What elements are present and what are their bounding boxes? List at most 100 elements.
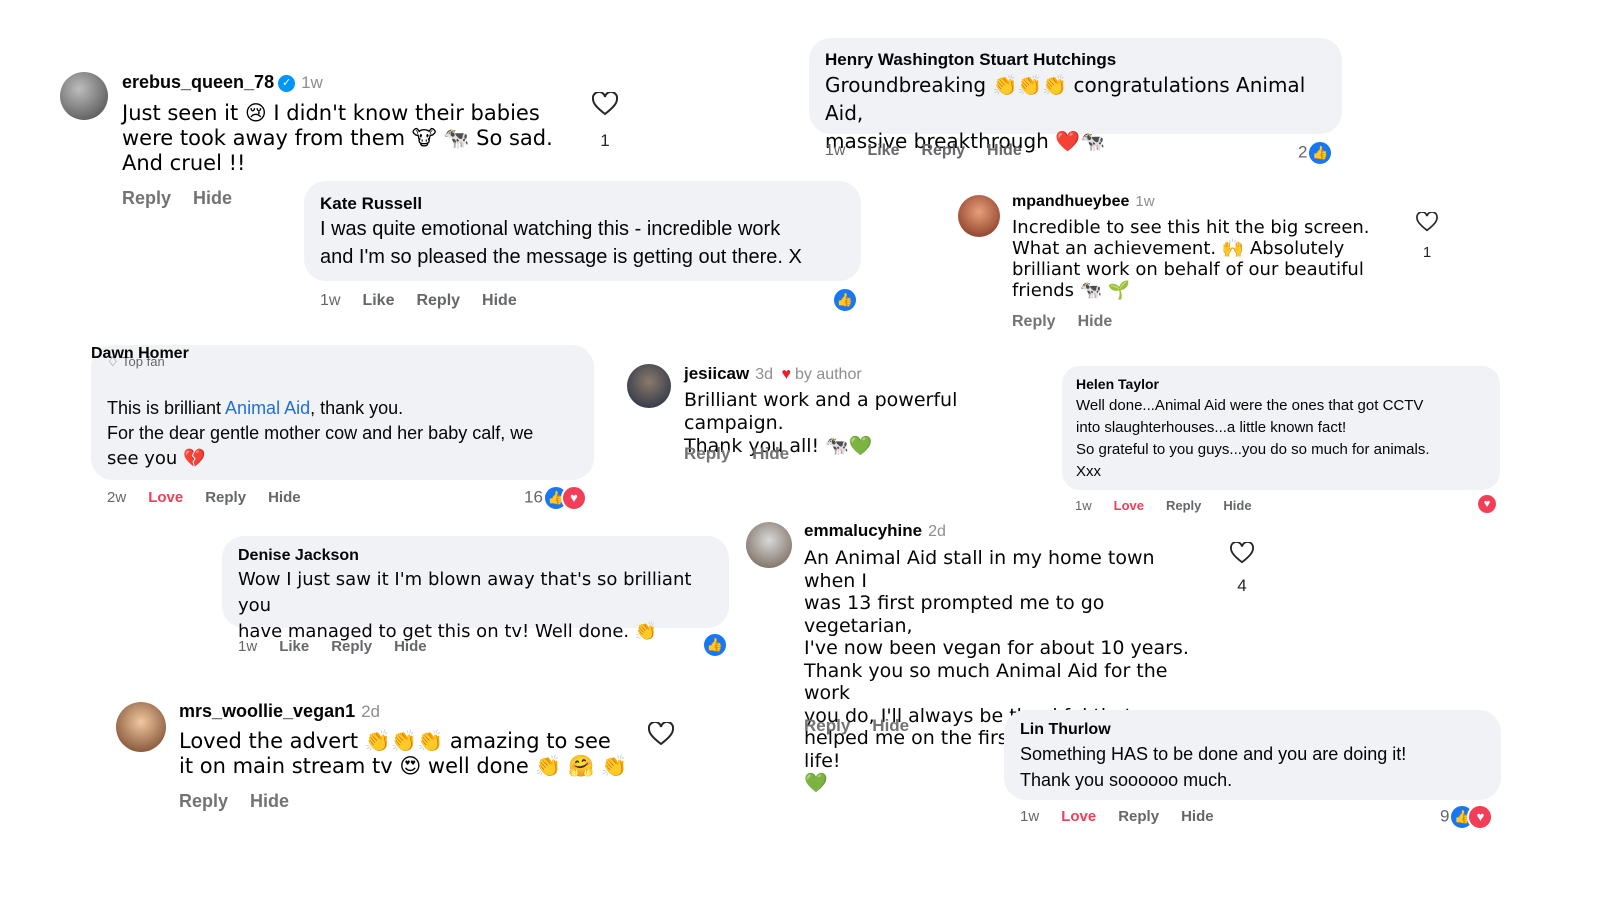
by-author-label: by author	[794, 366, 862, 383]
reply-button[interactable]: Reply	[1118, 808, 1159, 825]
comment-header: emmalucyhine 2d	[804, 521, 946, 541]
comment-actions: 1w Like Reply Hide	[238, 638, 449, 655]
like-count: 1	[600, 131, 610, 150]
heart-icon[interactable]	[648, 722, 674, 746]
author-name[interactable]: Denise Jackson	[238, 547, 359, 565]
mention-link[interactable]: Animal Aid	[225, 398, 310, 418]
comment-actions: Reply Hide	[122, 188, 254, 209]
hide-button[interactable]: Hide	[872, 716, 909, 735]
username[interactable]: erebus_queen_78	[122, 72, 274, 92]
thumbs-up-icon: 👍	[832, 287, 858, 313]
comment-actions: Reply Hide	[179, 791, 311, 812]
heart-reaction-icon: ♥	[1476, 493, 1498, 515]
hide-button[interactable]: Hide	[1181, 808, 1214, 825]
author-name[interactable]: Lin Thurlow	[1020, 721, 1111, 739]
reply-button[interactable]: Reply	[1012, 313, 1056, 330]
avatar[interactable]	[627, 364, 671, 408]
like-count: 1	[1422, 244, 1432, 261]
reply-button[interactable]: Reply	[179, 791, 228, 811]
timestamp: 1w	[301, 73, 323, 92]
author-name[interactable]: Henry Washington Stuart Hutchings	[825, 50, 1116, 70]
heart-reaction-icon: ♥	[1467, 804, 1494, 830]
hide-button[interactable]: Hide	[268, 489, 301, 506]
comment-text: I was quite emotional watching this - in…	[320, 218, 802, 268]
reply-button[interactable]: Reply	[921, 142, 965, 159]
comment-header: jesiicaw 3d ♥ by author	[684, 364, 862, 384]
comment-header: erebus_queen_78 ✓ 1w	[122, 72, 323, 93]
timestamp: 2d	[361, 702, 381, 721]
reply-button[interactable]: Reply	[122, 188, 171, 208]
reply-button[interactable]: Reply	[804, 716, 850, 735]
author-name[interactable]: Helen Taylor	[1076, 376, 1159, 392]
author-name[interactable]: Kate Russell	[320, 194, 422, 214]
timestamp: 1w	[238, 638, 258, 655]
comment-actions: Reply Hide	[804, 716, 931, 736]
verified-icon: ✓	[278, 75, 296, 93]
comment-actions: 1w Like Reply Hide	[320, 292, 539, 310]
avatar[interactable]	[958, 195, 1000, 237]
reply-button[interactable]: Reply	[1166, 498, 1201, 513]
timestamp: 1w	[1075, 498, 1092, 513]
heart-icon[interactable]	[592, 92, 618, 116]
username[interactable]: mrs_woollie_vegan1	[179, 701, 355, 721]
comment-bubble: Henry Washington Stuart Hutchings Ground…	[809, 38, 1342, 153]
comment-text: Something HAS to be done and you are doi…	[1020, 744, 1407, 790]
reaction-summary[interactable]: 👍	[832, 287, 858, 313]
like-button[interactable]: Like	[867, 142, 899, 159]
hide-button[interactable]: Hide	[987, 142, 1022, 159]
reply-button[interactable]: Reply	[205, 489, 246, 506]
hide-button[interactable]: Hide	[1223, 498, 1251, 513]
reaction-summary[interactable]: 2 👍	[1298, 140, 1334, 166]
reply-button[interactable]: Reply	[684, 444, 730, 463]
comment-header: mpandhueybee 1w	[1012, 193, 1155, 211]
reaction-summary[interactable]: 16 👍 ♥	[524, 485, 587, 511]
reaction-summary[interactable]: ♥	[1476, 493, 1498, 515]
comment-bubble: Helen Taylor Well done...Animal Aid were…	[1062, 366, 1500, 490]
timestamp: 2d	[928, 523, 946, 540]
hide-button[interactable]: Hide	[193, 188, 232, 208]
comment-bubble: Lin Thurlow Something HAS to be done and…	[1004, 710, 1501, 800]
timestamp: 1w	[825, 142, 846, 159]
thumbs-up-icon: 👍	[702, 632, 728, 658]
comment-actions: Reply Hide	[1012, 313, 1134, 331]
reaction-count: 2	[1298, 142, 1308, 162]
author-name[interactable]: Dawn Homer	[91, 345, 189, 363]
username[interactable]: jesiicaw	[684, 364, 749, 383]
comment-text: Loved the advert 👏👏👏 amazing to see it o…	[179, 729, 628, 778]
hide-button[interactable]: Hide	[1078, 313, 1113, 330]
comment-actions: Reply Hide	[684, 444, 811, 464]
reply-button[interactable]: Reply	[416, 292, 460, 309]
love-button[interactable]: Love	[1114, 498, 1144, 513]
hide-button[interactable]: Hide	[482, 292, 517, 309]
comment-text: This is brilliant Animal Aid, thank you.…	[107, 398, 534, 469]
reaction-count: 9	[1440, 806, 1450, 826]
comment-text: Incredible to see this hit the big scree…	[1012, 217, 1370, 301]
timestamp: 3d	[755, 366, 774, 383]
like-count: 4	[1237, 576, 1247, 595]
like-button[interactable]: Like	[362, 292, 394, 309]
comment-actions: 2w Love Reply Hide	[107, 489, 323, 506]
like-button[interactable]: Like	[279, 638, 309, 655]
avatar[interactable]	[60, 72, 108, 120]
thumbs-up-icon: 👍	[1307, 140, 1334, 166]
heart-reaction-icon: ♥	[560, 485, 587, 511]
comment-actions: 1w Love Reply Hide	[1075, 498, 1274, 513]
timestamp: 1w	[1020, 808, 1040, 825]
comment-actions: 1w Love Reply Hide	[1020, 808, 1236, 825]
comment-actions: 1w Like Reply Hide	[825, 142, 1044, 160]
username[interactable]: mpandhueybee	[1012, 193, 1129, 210]
love-button[interactable]: Love	[148, 489, 183, 506]
hide-button[interactable]: Hide	[250, 791, 289, 811]
avatar[interactable]	[116, 702, 166, 752]
reaction-summary[interactable]: 9 👍 ♥	[1440, 804, 1494, 830]
hide-button[interactable]: Hide	[394, 638, 427, 655]
love-button[interactable]: Love	[1061, 808, 1096, 825]
avatar[interactable]	[746, 522, 792, 568]
heart-icon[interactable]	[1230, 542, 1254, 564]
reaction-summary[interactable]: 👍	[702, 632, 728, 658]
hide-button[interactable]: Hide	[752, 444, 789, 463]
heart-icon[interactable]	[1416, 212, 1438, 232]
username[interactable]: emmalucyhine	[804, 521, 922, 540]
reply-button[interactable]: Reply	[331, 638, 372, 655]
comment-text: Just seen it 😢 I didn't know their babie…	[122, 101, 553, 175]
